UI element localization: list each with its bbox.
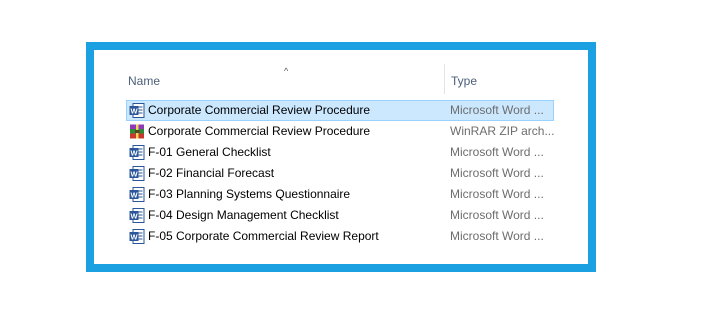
file-name: F-01 General Checklist [148,145,271,159]
file-row[interactable]: W F-04 Design Management Checklist Micro… [126,205,554,226]
svg-text:W: W [130,149,138,158]
file-type: Microsoft Word ... [450,103,544,117]
file-name: Corporate Commercial Review Procedure [148,124,371,138]
column-header-name[interactable]: Name [128,74,160,88]
file-name: F-05 Corporate Commercial Review Report [148,229,379,243]
file-type: Microsoft Word ... [450,208,544,222]
file-row[interactable]: Corporate Commercial Review Procedure Wi… [126,121,554,142]
winrar-archive-icon [130,124,144,139]
file-row[interactable]: W F-03 Planning Systems Questionnaire Mi… [126,184,554,205]
file-type: Microsoft Word ... [450,187,544,201]
file-explorer-list: ^ Name Type W Corporate Commercial Revie… [94,50,588,264]
file-name: F-02 Financial Forecast [148,166,275,180]
file-row[interactable]: W F-01 General Checklist Microsoft Word … [126,142,554,163]
file-name: Corporate Commercial Review Procedure [148,103,371,117]
sort-ascending-icon[interactable]: ^ [284,67,288,76]
file-type: WinRAR ZIP arch... [450,124,555,138]
file-type: Microsoft Word ... [450,145,544,159]
file-name: F-04 Design Management Checklist [148,208,339,222]
word-doc-icon: W [129,208,145,223]
highlight-frame: ^ Name Type W Corporate Commercial Revie… [86,42,596,272]
word-doc-icon: W [129,166,145,181]
column-divider[interactable] [444,64,445,94]
file-type: Microsoft Word ... [450,229,544,243]
file-row[interactable]: W F-02 Financial Forecast Microsoft Word… [126,163,554,184]
file-name: F-03 Planning Systems Questionnaire [148,187,351,201]
svg-text:W: W [130,170,138,179]
file-row[interactable]: W Corporate Commercial Review Procedure … [126,100,554,121]
word-doc-icon: W [129,103,145,118]
svg-text:W: W [130,107,138,116]
word-doc-icon: W [129,187,145,202]
svg-text:W: W [130,212,138,221]
file-type: Microsoft Word ... [450,166,544,180]
word-doc-icon: W [129,229,145,244]
column-header-type[interactable]: Type [451,74,477,88]
file-row[interactable]: W F-05 Corporate Commercial Review Repor… [126,226,554,247]
svg-text:W: W [130,191,138,200]
svg-text:W: W [130,233,138,242]
word-doc-icon: W [129,145,145,160]
